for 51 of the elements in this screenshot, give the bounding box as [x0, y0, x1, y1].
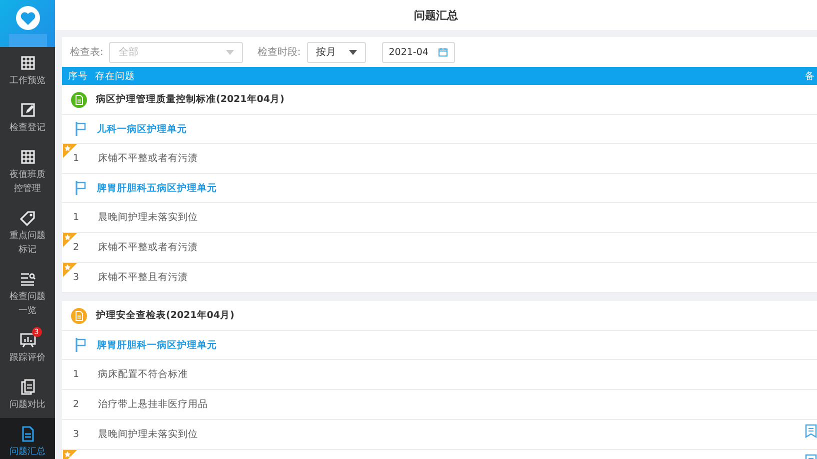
- unit-name: 脾胃肝胆科五病区护理单元: [97, 182, 217, 194]
- page-title: 问题汇总: [414, 8, 458, 22]
- date-field[interactable]: 2021-04: [382, 42, 455, 62]
- issue-text: 晨晚间护理未落实到位: [98, 211, 198, 224]
- row-number: 2: [73, 399, 80, 410]
- issue-text: 治疗带上悬挂非医疗用品: [98, 398, 208, 411]
- row-number: 1: [73, 153, 80, 164]
- note-icon[interactable]: [805, 424, 817, 438]
- flag-icon: [75, 338, 87, 352]
- row-number: 2: [73, 242, 80, 253]
- dropdown-caret-icon: [348, 50, 357, 54]
- chart-board-icon: [20, 332, 36, 348]
- column-header: 存在问题: [95, 70, 136, 82]
- nav-item[interactable]: 问题对比: [0, 371, 55, 418]
- issue-text: 晨晚间护理未落实到位: [98, 428, 198, 441]
- issue-text: 床铺不平整或者有污渍: [98, 241, 198, 254]
- checklist-title: 护理安全查检表(2021年04月): [96, 309, 234, 322]
- row-number: 1: [73, 212, 80, 223]
- table-icon: [20, 149, 36, 165]
- row-number: 3: [73, 272, 80, 283]
- issue-text: 床铺不平整或者有污渍: [98, 152, 198, 165]
- nav-item[interactable]: 问题汇总: [0, 418, 55, 459]
- row-number: 1: [73, 369, 80, 380]
- select-field[interactable]: 按月: [306, 42, 366, 62]
- flag-icon: [75, 181, 87, 195]
- nav-item[interactable]: 检查登记: [0, 94, 55, 141]
- tag-icon: [20, 210, 36, 226]
- filter-label: 检查表:: [70, 46, 104, 59]
- issue-text: 病床配置不符合标准: [98, 368, 188, 381]
- table-icon: [20, 55, 36, 71]
- calendar-icon: [438, 47, 448, 57]
- user-name-bar: [8, 34, 46, 47]
- nav-item[interactable]: 工作预览: [0, 47, 55, 94]
- document-icon: [20, 426, 36, 442]
- unit-name: 儿科一病区护理单元: [97, 122, 187, 136]
- filter-label: 检查时段:: [257, 46, 301, 59]
- nav-item[interactable]: 重点问题标记: [0, 202, 55, 263]
- heart-logo-icon: [16, 6, 40, 30]
- row-number: 3: [73, 429, 80, 440]
- edit-icon: [20, 102, 36, 118]
- list-search-icon: [20, 271, 36, 287]
- unit-name: 脾胃肝胆科一病区护理单元: [97, 338, 217, 352]
- column-header: 序号: [68, 70, 89, 82]
- issue-text: 床铺不平整且有污渍: [98, 271, 188, 284]
- checklist-title: 病区护理管理质量控制标准(2021年04月): [96, 93, 284, 106]
- flag-icon: [75, 122, 87, 136]
- dropdown-caret-icon: [226, 50, 234, 54]
- nav-item[interactable]: 夜值班质控管理: [0, 141, 55, 202]
- nav-item[interactable]: 检查问题一览: [0, 263, 55, 324]
- documents-icon: [20, 379, 36, 395]
- column-header: 备: [805, 70, 816, 82]
